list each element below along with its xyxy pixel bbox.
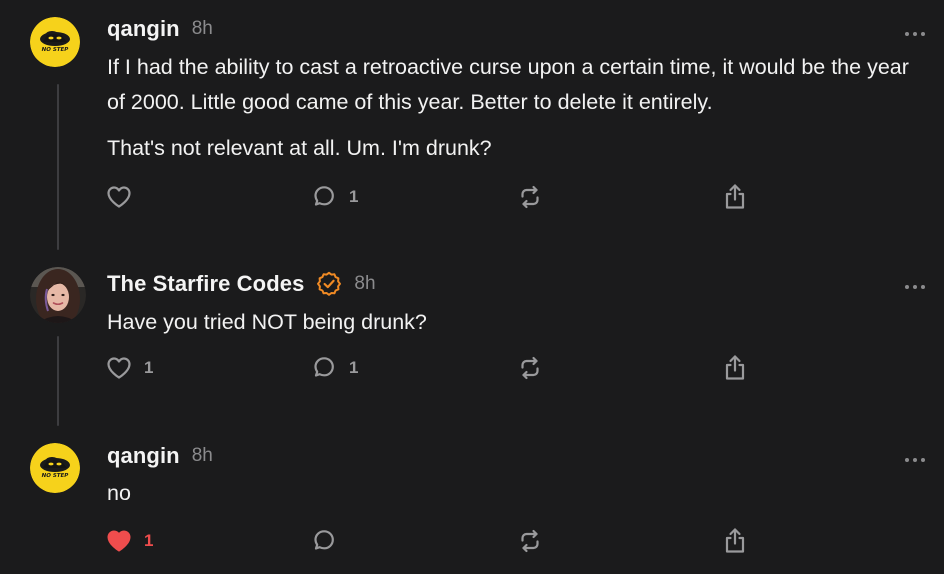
repost-button[interactable] (517, 527, 543, 555)
post-header: qangin 8h (107, 14, 213, 44)
repost-button[interactable] (517, 183, 543, 211)
thread-line (57, 84, 59, 250)
share-button[interactable] (722, 527, 748, 555)
repost-icon (521, 356, 539, 380)
post-1[interactable]: NO STEP qangin 8h If I had the ability t… (0, 0, 944, 250)
share-icon (725, 184, 745, 209)
more-options-button[interactable] (904, 25, 926, 36)
comment-icon (314, 186, 334, 206)
avatar[interactable]: NO STEP (30, 443, 80, 493)
reply-button[interactable]: 1 (311, 183, 358, 211)
more-icon (905, 458, 925, 462)
post-time: 8h (354, 273, 376, 294)
avatar[interactable] (30, 267, 86, 323)
like-button[interactable] (106, 183, 132, 211)
post-text: If I had the ability to cast a retroacti… (107, 55, 909, 114)
comment-icon (314, 530, 334, 550)
author-name[interactable]: qangin (107, 443, 180, 469)
share-button[interactable] (722, 354, 748, 382)
like-button[interactable]: 1 (106, 527, 153, 555)
more-icon (905, 32, 925, 36)
reply-count: 1 (349, 187, 359, 206)
post-header: The Starfire Codes 8h (107, 269, 376, 299)
post-text: Have you tried NOT being drunk? (107, 310, 427, 334)
post-text: That's not relevant at all. Um. I'm drun… (107, 136, 492, 160)
profile-photo-avatar-icon (30, 267, 86, 323)
share-icon (725, 528, 745, 553)
avatar[interactable]: NO STEP (30, 17, 80, 67)
heart-icon (107, 186, 131, 208)
more-options-button[interactable] (904, 278, 926, 289)
more-icon (905, 285, 925, 289)
heart-filled-icon (107, 530, 131, 552)
repost-icon (521, 185, 539, 209)
post-time: 8h (191, 18, 213, 39)
author-name[interactable]: The Starfire Codes (107, 271, 304, 297)
heart-icon (107, 357, 131, 379)
like-button[interactable]: 1 (106, 354, 153, 382)
no-step-snake-avatar-icon: NO STEP (30, 443, 80, 493)
post-2[interactable]: The Starfire Codes 8h Have you tried NOT… (0, 250, 944, 426)
reply-count: 1 (349, 358, 359, 377)
repost-button[interactable] (517, 354, 543, 382)
thread-line (57, 336, 59, 426)
post-time: 8h (191, 445, 213, 466)
comment-icon (314, 357, 334, 377)
author-name[interactable]: qangin (107, 16, 180, 42)
post-text: no (107, 481, 131, 505)
svg-text:NO STEP: NO STEP (42, 47, 69, 53)
no-step-snake-avatar-icon: NO STEP (30, 17, 80, 67)
post-3[interactable]: NO STEP qangin 8h no 1 (0, 426, 944, 574)
like-count: 1 (144, 358, 154, 377)
svg-text:NO STEP: NO STEP (42, 473, 69, 479)
repost-icon (521, 529, 539, 553)
verified-badge-icon (316, 271, 342, 297)
share-button[interactable] (722, 183, 748, 211)
more-options-button[interactable] (904, 451, 926, 462)
post-header: qangin 8h (107, 441, 213, 471)
share-icon (725, 355, 745, 380)
like-count: 1 (144, 531, 154, 550)
reply-button[interactable]: 1 (311, 354, 358, 382)
reply-button[interactable] (311, 527, 337, 555)
